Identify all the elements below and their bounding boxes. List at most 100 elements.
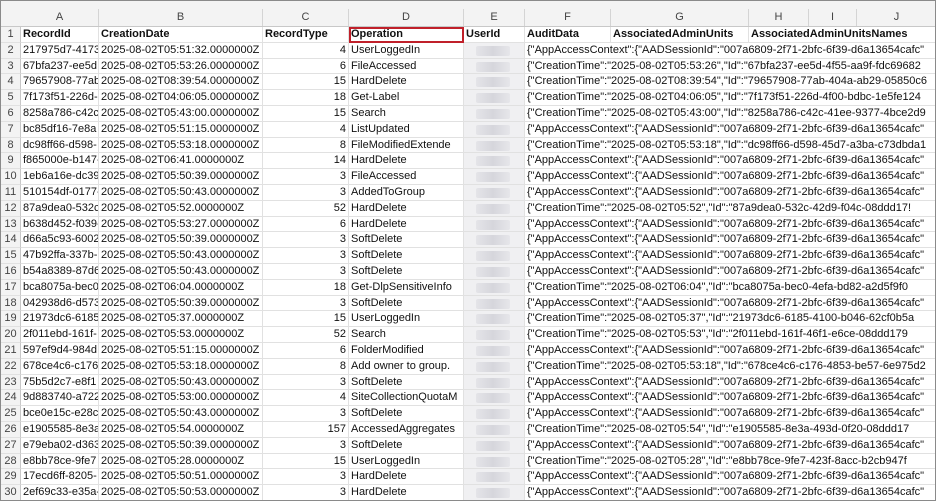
creation-date-cell[interactable]: 2025-08-02T06:04.0000000Z: [99, 279, 263, 296]
audit-data-cell[interactable]: {"AppAccessContext":{"AADSessionId":"007…: [525, 406, 935, 422]
header-cell-recordid[interactable]: RecordId: [21, 27, 99, 43]
row-number[interactable]: 11: [1, 184, 21, 201]
audit-data-cell[interactable]: {"AppAccessContext":{"AADSessionId":"007…: [525, 185, 935, 201]
creation-date-cell[interactable]: 2025-08-02T05:37.0000000Z: [99, 311, 263, 328]
operation-cell[interactable]: Get-DlpSensitiveInfo: [349, 279, 464, 296]
row-number[interactable]: 23: [1, 374, 21, 391]
audit-data-cell[interactable]: {"AppAccessContext":{"AADSessionId":"007…: [525, 485, 935, 500]
creation-date-cell[interactable]: 2025-08-02T05:50:51.0000000Z: [99, 469, 263, 486]
row-number[interactable]: 12: [1, 200, 21, 217]
operation-cell[interactable]: Add owner to group.: [349, 358, 464, 375]
record-type-cell[interactable]: 3: [263, 263, 349, 280]
row-number[interactable]: 7: [1, 121, 21, 138]
header-cell-associatedadminunits[interactable]: AssociatedAdminUnits: [611, 27, 749, 43]
operation-cell[interactable]: UserLoggedIn: [349, 453, 464, 470]
user-id-cell-redacted[interactable]: [464, 90, 525, 106]
operation-cell[interactable]: AddedToGroup: [349, 184, 464, 201]
column-header-a[interactable]: A: [21, 9, 99, 26]
audit-data-cell[interactable]: {"CreationTime":"2025-08-02T05:52","Id":…: [525, 201, 935, 217]
column-header-d[interactable]: D: [349, 9, 464, 26]
operation-cell[interactable]: SoftDelete: [349, 295, 464, 312]
user-id-cell-redacted[interactable]: [464, 327, 525, 343]
record-id-cell[interactable]: 8258a786-c42c-: [21, 105, 99, 122]
record-id-cell[interactable]: 597ef9d4-984d: [21, 342, 99, 359]
row-number[interactable]: 29: [1, 469, 21, 486]
record-id-cell[interactable]: 75b5d2c7-e8f1: [21, 374, 99, 391]
record-id-cell[interactable]: b638d452-f039-: [21, 216, 99, 233]
user-id-cell-redacted[interactable]: [464, 121, 525, 138]
user-id-cell-redacted[interactable]: [464, 74, 525, 91]
record-id-cell[interactable]: 678ce4c6-c176-: [21, 358, 99, 375]
row-number[interactable]: 18: [1, 295, 21, 312]
creation-date-cell[interactable]: 2025-08-02T05:51:32.0000000Z: [99, 42, 263, 59]
header-cell-operation[interactable]: Operation: [349, 27, 464, 43]
audit-data-cell[interactable]: {"AppAccessContext":{"AADSessionId":"007…: [525, 122, 935, 138]
header-cell-creationdate[interactable]: CreationDate: [99, 27, 263, 43]
audit-data-cell[interactable]: {"AppAccessContext":{"AADSessionId":"007…: [525, 217, 935, 233]
audit-data-cell[interactable]: {"CreationTime":"2025-08-02T05:37","Id":…: [525, 311, 935, 328]
column-header-j[interactable]: J: [857, 9, 935, 26]
creation-date-cell[interactable]: 2025-08-02T05:53:26.0000000Z: [99, 58, 263, 75]
record-type-cell[interactable]: 3: [263, 169, 349, 185]
user-id-cell-redacted[interactable]: [464, 358, 525, 375]
record-type-cell[interactable]: 3: [263, 232, 349, 249]
audit-data-cell[interactable]: {"AppAccessContext":{"AADSessionId":"007…: [525, 43, 935, 59]
operation-cell[interactable]: AccessedAggregates: [349, 421, 464, 438]
record-id-cell[interactable]: 217975d7-4173: [21, 42, 99, 59]
user-id-cell-redacted[interactable]: [464, 311, 525, 328]
operation-cell[interactable]: Get-Label: [349, 90, 464, 106]
record-id-cell[interactable]: 042938d6-d573: [21, 295, 99, 312]
row-number[interactable]: 15: [1, 248, 21, 264]
operation-cell[interactable]: ListUpdated: [349, 121, 464, 138]
creation-date-cell[interactable]: 2025-08-02T05:50:43.0000000Z: [99, 184, 263, 201]
record-id-cell[interactable]: 9d883740-a722: [21, 390, 99, 407]
record-type-cell[interactable]: 8: [263, 137, 349, 154]
operation-cell[interactable]: Search: [349, 327, 464, 343]
operation-cell[interactable]: FileAccessed: [349, 58, 464, 75]
record-type-cell[interactable]: 6: [263, 342, 349, 359]
audit-data-cell[interactable]: {"AppAccessContext":{"AADSessionId":"007…: [525, 469, 935, 486]
row-number[interactable]: 6: [1, 105, 21, 122]
record-id-cell[interactable]: 2ef69c33-e35a-: [21, 485, 99, 500]
record-type-cell[interactable]: 3: [263, 374, 349, 391]
header-cell-auditdata[interactable]: AuditData: [525, 27, 611, 43]
creation-date-cell[interactable]: 2025-08-02T08:39:54.0000000Z: [99, 74, 263, 91]
user-id-cell-redacted[interactable]: [464, 295, 525, 312]
column-header-b[interactable]: B: [99, 9, 263, 26]
record-type-cell[interactable]: 4: [263, 42, 349, 59]
operation-cell[interactable]: HardDelete: [349, 485, 464, 500]
audit-data-cell[interactable]: {"AppAccessContext":{"AADSessionId":"007…: [525, 296, 935, 312]
operation-cell[interactable]: HardDelete: [349, 74, 464, 91]
operation-cell[interactable]: SoftDelete: [349, 263, 464, 280]
operation-cell[interactable]: HardDelete: [349, 469, 464, 486]
operation-cell[interactable]: SoftDelete: [349, 406, 464, 422]
creation-date-cell[interactable]: 2025-08-02T05:53.0000000Z: [99, 327, 263, 343]
audit-data-cell[interactable]: {"CreationTime":"2025-08-02T08:39:54","I…: [525, 74, 935, 91]
record-id-cell[interactable]: e8bb78ce-9fe7: [21, 453, 99, 470]
row-number[interactable]: 9: [1, 153, 21, 170]
row-number[interactable]: 24: [1, 390, 21, 407]
operation-cell[interactable]: HardDelete: [349, 153, 464, 170]
user-id-cell-redacted[interactable]: [464, 279, 525, 296]
audit-data-cell[interactable]: {"CreationTime":"2025-08-02T05:53:26","I…: [525, 59, 935, 75]
column-header-g[interactable]: G: [611, 9, 749, 26]
creation-date-cell[interactable]: 2025-08-02T05:53:18.0000000Z: [99, 137, 263, 154]
record-id-cell[interactable]: 7f173f51-226d-: [21, 90, 99, 106]
record-type-cell[interactable]: 3: [263, 469, 349, 486]
creation-date-cell[interactable]: 2025-08-02T04:06:05.0000000Z: [99, 90, 263, 106]
audit-data-cell[interactable]: {"AppAccessContext":{"AADSessionId":"007…: [525, 232, 935, 249]
record-type-cell[interactable]: 18: [263, 279, 349, 296]
user-id-cell-redacted[interactable]: [464, 42, 525, 59]
record-id-cell[interactable]: 1eb6a16e-dc39: [21, 169, 99, 185]
row-number[interactable]: 13: [1, 216, 21, 233]
record-type-cell[interactable]: 3: [263, 184, 349, 201]
row-number[interactable]: 28: [1, 453, 21, 470]
creation-date-cell[interactable]: 2025-08-02T05:28.0000000Z: [99, 453, 263, 470]
audit-data-cell[interactable]: {"AppAccessContext":{"AADSessionId":"007…: [525, 390, 935, 407]
record-id-cell[interactable]: bca8075a-bec0: [21, 279, 99, 296]
creation-date-cell[interactable]: 2025-08-02T05:50:43.0000000Z: [99, 406, 263, 422]
creation-date-cell[interactable]: 2025-08-02T05:43:00.0000000Z: [99, 105, 263, 122]
audit-data-cell[interactable]: {"AppAccessContext":{"AADSessionId":"007…: [525, 375, 935, 391]
row-number[interactable]: 22: [1, 358, 21, 375]
operation-cell[interactable]: Search: [349, 105, 464, 122]
